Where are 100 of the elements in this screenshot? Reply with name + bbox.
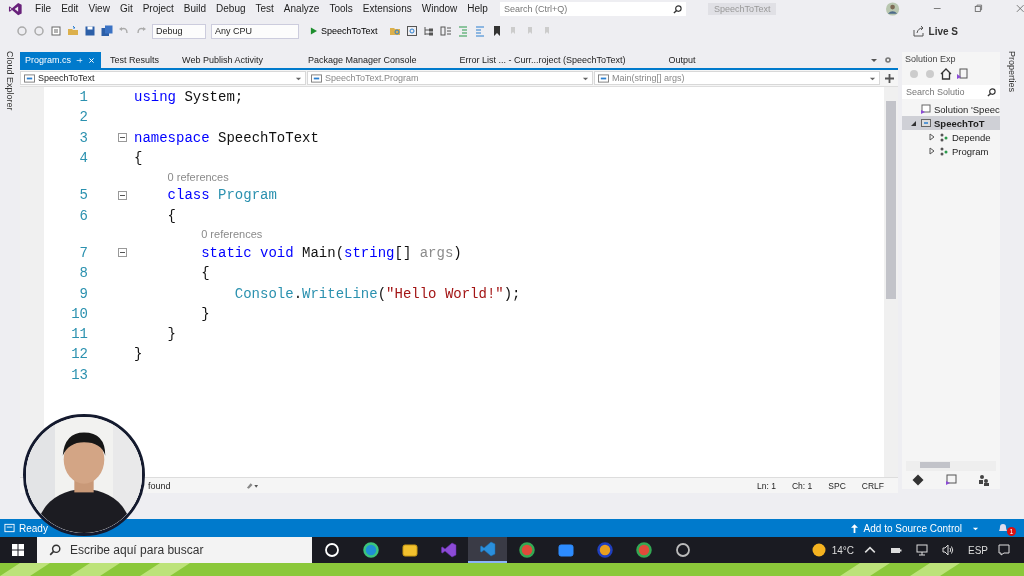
search-icon[interactable] bbox=[49, 544, 61, 556]
search-icon[interactable] bbox=[672, 4, 682, 14]
scrollbar[interactable] bbox=[906, 461, 996, 471]
menu-item[interactable]: View bbox=[84, 1, 116, 16]
status-text: Ready bbox=[19, 522, 48, 534]
play-icon bbox=[310, 27, 317, 35]
save-all-icon[interactable] bbox=[101, 25, 113, 37]
git-icon[interactable] bbox=[912, 474, 925, 486]
share-icon bbox=[912, 25, 925, 37]
side-tab[interactable]: Cloud Explorer bbox=[5, 51, 15, 111]
search-icon[interactable] bbox=[987, 88, 996, 97]
line-indicator: Ln: 1 bbox=[757, 480, 776, 491]
volume-icon[interactable] bbox=[942, 544, 954, 556]
list-icon[interactable] bbox=[439, 25, 452, 37]
menu-item[interactable]: Test bbox=[251, 1, 280, 16]
navigation-dropdown[interactable]: SpeechToText bbox=[20, 71, 306, 85]
pin-icon[interactable] bbox=[76, 56, 83, 64]
navigation-dropdown[interactable]: Main(string[] args) bbox=[594, 71, 880, 85]
collapse-icon[interactable] bbox=[118, 133, 127, 143]
menu-item[interactable]: Window bbox=[417, 1, 464, 16]
search-field[interactable]: Search (Ctrl+Q) bbox=[499, 1, 686, 16]
document-tab[interactable]: Web Publish Activity bbox=[177, 52, 303, 68]
document-tab[interactable]: Package Manager Console bbox=[302, 52, 455, 68]
code-line: using System; bbox=[134, 89, 244, 106]
tree-item[interactable]: SpeechToT bbox=[902, 116, 1000, 130]
expand-arrow-icon[interactable] bbox=[928, 147, 936, 155]
language-indicator[interactable]: ESP bbox=[968, 544, 988, 556]
document-tab[interactable]: Output bbox=[663, 52, 714, 68]
search-field[interactable]: Search Solutio bbox=[902, 85, 1000, 99]
chevron-up-icon[interactable] bbox=[864, 544, 876, 556]
line-number: 5 bbox=[78, 187, 88, 204]
restore-icon[interactable] bbox=[974, 4, 983, 13]
expand-arrow-icon[interactable] bbox=[910, 119, 918, 127]
side-tab[interactable]: Properties bbox=[1007, 51, 1017, 93]
settings-icon[interactable] bbox=[884, 56, 892, 64]
tree-item[interactable]: Solution 'Speec bbox=[902, 102, 1000, 116]
output-icon[interactable] bbox=[4, 523, 15, 533]
panel-title: Solution Exp bbox=[904, 53, 957, 66]
scrollbar[interactable] bbox=[884, 87, 898, 477]
menu-item[interactable]: File bbox=[31, 1, 58, 16]
code-line: namespace SpeechToText bbox=[134, 129, 319, 146]
code-line: { bbox=[166, 207, 176, 224]
search-field[interactable]: Escribe aquí para buscar bbox=[37, 537, 312, 563]
menu-item[interactable]: Build bbox=[179, 1, 213, 16]
reference-count[interactable]: 0 references bbox=[201, 228, 263, 241]
account-icon[interactable] bbox=[886, 1, 900, 16]
home-icon[interactable] bbox=[940, 68, 952, 80]
navigation-dropdown[interactable]: SpeechToText.Program bbox=[307, 71, 593, 85]
class-icon bbox=[598, 73, 609, 83]
new-item-icon[interactable] bbox=[50, 25, 62, 37]
studio-icon bbox=[440, 542, 457, 558]
reference-count[interactable]: 0 references bbox=[167, 170, 229, 183]
dropdown-icon[interactable] bbox=[870, 56, 878, 64]
window-icon[interactable] bbox=[405, 25, 418, 37]
start-icon[interactable] bbox=[12, 544, 24, 556]
menu-item[interactable]: Git bbox=[115, 1, 139, 16]
hierarchy-icon[interactable] bbox=[422, 25, 435, 37]
tree-item[interactable]: Program bbox=[902, 144, 1000, 158]
document-tab[interactable]: Program.cs bbox=[20, 52, 101, 68]
notification-bell-icon[interactable] bbox=[997, 522, 1009, 534]
collapse-icon[interactable] bbox=[118, 190, 127, 200]
platform-dropdown[interactable]: Any CPU bbox=[211, 23, 299, 39]
line-number: 3 bbox=[78, 129, 88, 146]
folder-icon bbox=[401, 542, 418, 558]
tree-item[interactable]: Depende bbox=[902, 130, 1000, 144]
node-icon bbox=[939, 146, 949, 156]
menu-item[interactable]: Help bbox=[463, 1, 494, 16]
code-line: { bbox=[200, 265, 210, 282]
collapse-icon[interactable] bbox=[118, 248, 127, 258]
menu-item[interactable]: Tools bbox=[325, 1, 359, 16]
split-icon[interactable] bbox=[885, 73, 894, 83]
notification-icon[interactable] bbox=[998, 544, 1010, 556]
issues-status[interactable]: found bbox=[148, 480, 171, 491]
menu-item[interactable]: Project bbox=[138, 1, 180, 16]
folder-search-icon[interactable] bbox=[388, 25, 401, 37]
start-button[interactable]: SpeechToText bbox=[304, 23, 384, 39]
code-line: class Program bbox=[166, 187, 277, 204]
class-icon bbox=[311, 73, 322, 83]
document-tab[interactable]: Error List ... - Curr...roject (SpeechToText) bbox=[454, 52, 664, 68]
source-control-button[interactable]: Add to Source Control bbox=[844, 521, 968, 535]
document-tab[interactable]: Test Results bbox=[105, 52, 178, 68]
brush-icon[interactable] bbox=[245, 481, 259, 490]
menu-item[interactable]: Analyze bbox=[279, 1, 326, 16]
team-icon[interactable] bbox=[977, 474, 990, 486]
menu-item[interactable]: Extensions bbox=[358, 1, 418, 16]
temperature[interactable]: 14°C bbox=[831, 544, 854, 556]
column-indicator: Ch: 1 bbox=[792, 480, 813, 491]
network-icon[interactable] bbox=[916, 544, 928, 556]
line-number: 11 bbox=[70, 326, 88, 343]
switch-views-icon[interactable] bbox=[956, 68, 968, 80]
menu-item[interactable]: Edit bbox=[57, 1, 85, 16]
live-share-button[interactable]: Live S bbox=[906, 24, 964, 38]
menu-item[interactable]: Debug bbox=[212, 1, 252, 16]
expand-arrow-icon[interactable] bbox=[928, 133, 936, 141]
line-number: 4 bbox=[78, 150, 88, 167]
save-icon[interactable] bbox=[84, 25, 96, 37]
browser-icon bbox=[635, 542, 652, 558]
configuration-dropdown[interactable]: Debug bbox=[152, 23, 206, 39]
code-editor-icon bbox=[479, 541, 496, 557]
solution-explorer-icon[interactable] bbox=[945, 474, 957, 486]
